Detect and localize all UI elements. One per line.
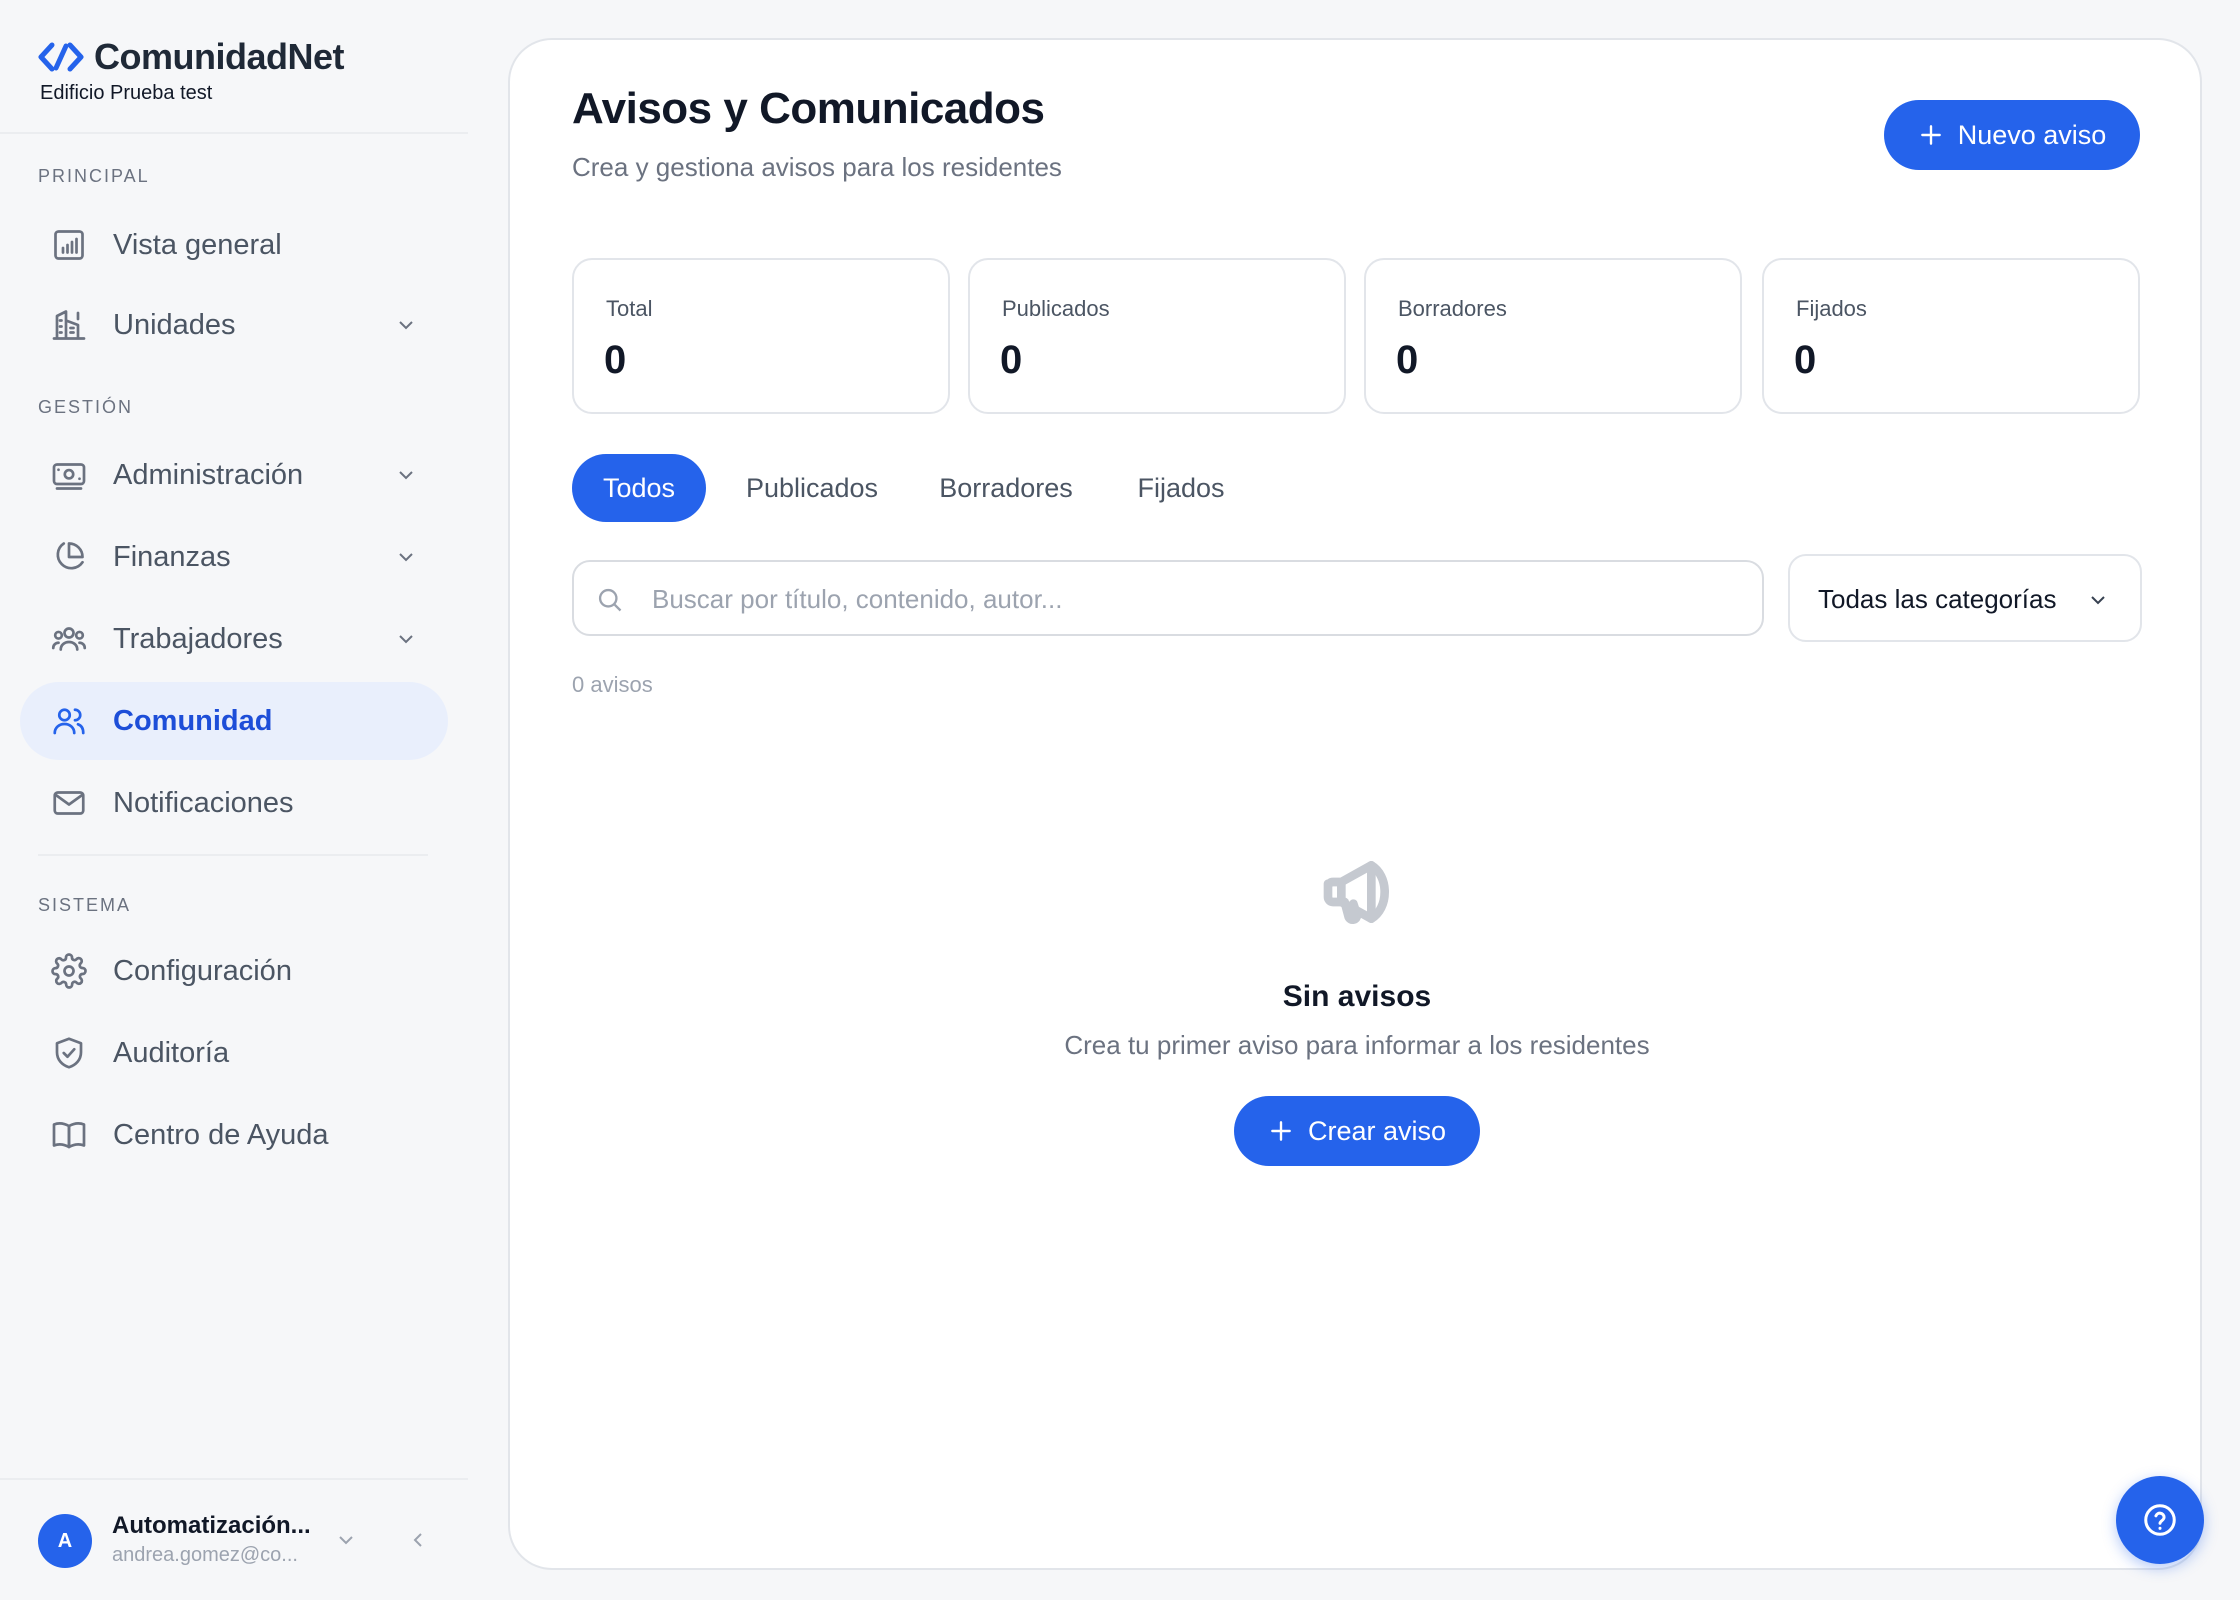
sidebar-item-label: Notificaciones — [113, 786, 294, 819]
create-notice-label: Crear aviso — [1307, 1115, 1447, 1146]
chevron-down-icon[interactable] — [334, 1528, 358, 1552]
category-select-value: Todas las categorías — [1818, 584, 2057, 614]
building-name: Edificio Prueba test — [40, 82, 213, 104]
create-notice-button[interactable]: Crear aviso — [1234, 1096, 1480, 1166]
help-circle-icon — [2144, 1504, 2176, 1536]
tab-todos[interactable]: Todos — [572, 454, 706, 522]
user-name: Automatización... — [112, 1512, 311, 1539]
stat-card-borradores: Borradores 0 — [1364, 258, 1742, 414]
search-box — [572, 560, 1764, 636]
sidebar-item-label: Centro de Ayuda — [113, 1118, 329, 1151]
building-icon — [50, 306, 88, 344]
bar-chart-icon — [50, 226, 88, 264]
team-icon — [50, 620, 88, 658]
sidebar-divider — [0, 1478, 468, 1480]
tab-fijados[interactable]: Fijados — [1114, 454, 1248, 522]
page-subtitle: Crea y gestiona avisos para los resident… — [572, 152, 1062, 182]
sidebar-item-label: Trabajadores — [113, 622, 283, 655]
section-title-sistema: SISTEMA — [38, 895, 132, 915]
chevron-down-icon[interactable] — [394, 463, 418, 487]
empty-state-title: Sin avisos — [1282, 980, 1432, 1013]
sidebar-divider — [38, 854, 428, 856]
help-button[interactable] — [2116, 1476, 2204, 1564]
chevron-down-icon[interactable] — [394, 313, 418, 337]
sidebar-item-vista-general[interactable]: Vista general — [20, 206, 448, 284]
app-name: ComunidadNet — [94, 36, 345, 77]
plus-icon — [1920, 125, 1941, 145]
users-icon — [50, 702, 88, 740]
sidebar-item-label: Vista general — [113, 228, 282, 261]
sidebar-item-label: Auditoría — [113, 1036, 230, 1069]
results-count: 0 avisos — [572, 672, 653, 697]
sidebar-item-label: Administración — [113, 458, 304, 491]
user-menu[interactable]: A Automatización... andrea.gomez@co... — [38, 1512, 438, 1570]
stat-card-total: Total 0 — [572, 258, 950, 414]
stat-value: 0 — [604, 338, 627, 382]
sidebar-item-comunidad[interactable]: Comunidad — [20, 682, 448, 760]
logo-icon — [38, 41, 84, 73]
sidebar-item-centro-de-ayuda[interactable]: Centro de Ayuda — [20, 1096, 448, 1174]
stat-card-fijados: Fijados 0 — [1762, 258, 2140, 414]
category-select[interactable]: Todas las categorías — [1788, 554, 2142, 642]
chevron-down-icon — [2086, 588, 2110, 612]
chevron-down-icon[interactable] — [394, 627, 418, 651]
stat-card-publicados: Publicados 0 — [968, 258, 1346, 414]
search-input[interactable] — [652, 574, 1742, 624]
stat-value: 0 — [1000, 338, 1023, 382]
avatar: A — [38, 1514, 92, 1568]
chevron-left-icon — [413, 1533, 422, 1547]
stat-label: Total — [606, 296, 653, 321]
collapse-sidebar-button[interactable] — [406, 1528, 430, 1552]
sidebar-item-configuracion[interactable]: Configuración — [20, 932, 448, 1010]
gear-icon — [50, 952, 88, 990]
sidebar-item-administracion[interactable]: Administración — [20, 436, 448, 514]
tab-publicados[interactable]: Publicados — [728, 454, 896, 522]
sidebar-item-unidades[interactable]: Unidades — [20, 286, 448, 364]
sidebar-divider — [0, 132, 468, 134]
stat-label: Publicados — [1002, 296, 1110, 321]
plus-icon — [1271, 1121, 1291, 1141]
sidebar-item-finanzas[interactable]: Finanzas — [20, 518, 448, 596]
mail-icon — [50, 784, 88, 822]
tab-borradores[interactable]: Borradores — [918, 454, 1094, 522]
section-title-gestion: GESTIÓN — [38, 397, 134, 417]
search-icon — [596, 586, 624, 614]
empty-state-subtitle: Crea tu primer aviso para informar a los… — [1064, 1030, 1650, 1060]
user-email: andrea.gomez@co... — [112, 1544, 298, 1566]
main-panel: Avisos y Comunicados Crea y gestiona avi… — [508, 38, 2202, 1570]
sidebar-item-label: Comunidad — [113, 704, 273, 737]
stat-label: Fijados — [1796, 296, 1867, 321]
sidebar-item-label: Unidades — [113, 308, 236, 341]
sidebar-item-notificaciones[interactable]: Notificaciones — [20, 764, 448, 842]
sidebar-item-label: Configuración — [113, 954, 292, 987]
page-title: Avisos y Comunicados — [572, 84, 1045, 133]
pie-chart-icon — [50, 538, 88, 576]
stat-value: 0 — [1794, 338, 1817, 382]
stat-value: 0 — [1396, 338, 1419, 382]
banknote-icon — [50, 456, 88, 494]
section-title-principal: PRINCIPAL — [38, 166, 150, 186]
megaphone-icon — [1318, 852, 1398, 932]
chevron-down-icon[interactable] — [394, 545, 418, 569]
new-notice-button[interactable]: Nuevo aviso — [1884, 100, 2140, 170]
sidebar-item-trabajadores[interactable]: Trabajadores — [20, 600, 448, 678]
new-notice-label: Nuevo aviso — [1957, 119, 2107, 150]
sidebar-item-auditoria[interactable]: Auditoría — [20, 1014, 448, 1092]
brand: ComunidadNet Edificio Prueba test — [38, 36, 345, 105]
sidebar: ComunidadNet Edificio Prueba test PRINCI… — [0, 0, 470, 1600]
sidebar-item-label: Finanzas — [113, 540, 231, 573]
stat-label: Borradores — [1398, 296, 1507, 321]
shield-check-icon — [50, 1034, 88, 1072]
book-icon — [50, 1116, 88, 1154]
